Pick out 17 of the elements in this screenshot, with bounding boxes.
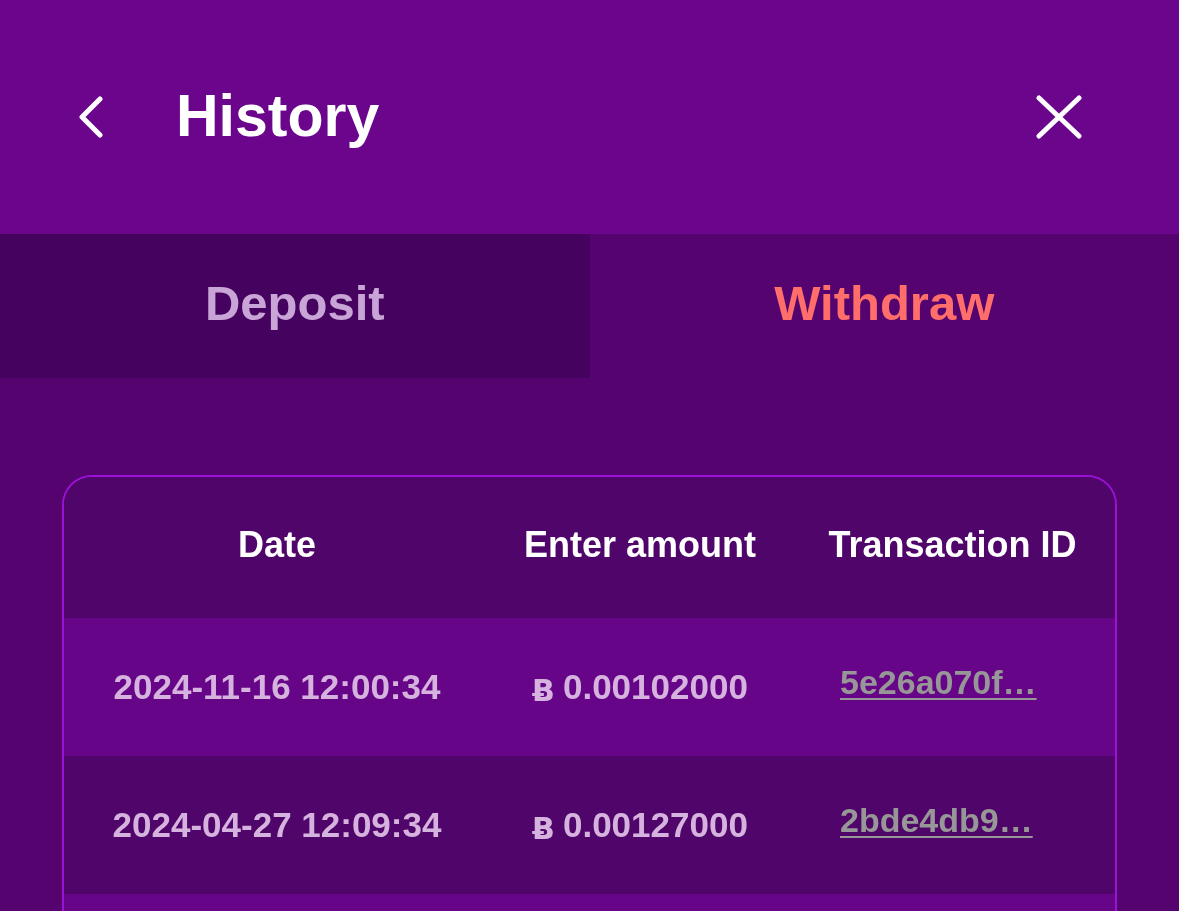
back-icon	[78, 96, 104, 138]
amount-text: 0.00127000	[562, 805, 748, 845]
currency-symbol: Ƀ	[532, 671, 555, 708]
currency-symbol: Ƀ	[532, 809, 555, 846]
column-header: Transaction ID	[827, 522, 1078, 567]
page-title: History	[176, 86, 380, 148]
column-header: Date	[237, 522, 317, 567]
date-text: 2024-11-16 12:00:34	[113, 667, 441, 707]
amount-text: 0.00102000	[562, 667, 748, 707]
date-text: 2024-04-27 12:09:34	[112, 805, 442, 845]
column-header: Enter amount	[523, 522, 757, 567]
transaction-link[interactable]: 2bde4db9…	[840, 800, 1033, 840]
close-icon	[1036, 95, 1082, 139]
transaction-link[interactable]: 5e26a070f…	[840, 662, 1037, 702]
tab[interactable]: Deposit	[0, 234, 590, 378]
back-button[interactable]	[78, 96, 104, 138]
close-button[interactable]	[1036, 95, 1082, 139]
